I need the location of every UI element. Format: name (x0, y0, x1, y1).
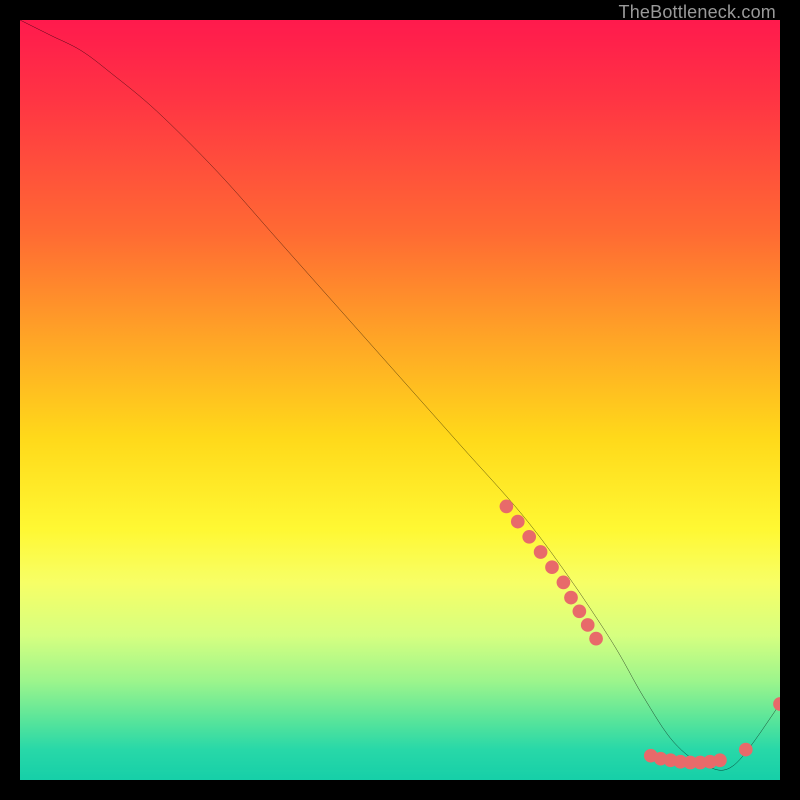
data-point (511, 515, 525, 529)
data-point (564, 591, 578, 605)
data-point (545, 560, 559, 574)
data-point (573, 604, 587, 618)
data-point (773, 697, 780, 711)
data-point-markers (500, 500, 780, 770)
data-point (739, 743, 753, 757)
data-point (581, 618, 595, 632)
data-point (557, 576, 571, 590)
plot-frame (20, 20, 780, 780)
chart-svg (20, 20, 780, 780)
data-point (589, 632, 603, 646)
data-point (713, 753, 727, 767)
data-point (522, 530, 536, 544)
bottleneck-curve-line (20, 20, 780, 770)
data-point (500, 500, 514, 514)
chart-stage: TheBottleneck.com (0, 0, 800, 800)
data-point (534, 545, 548, 559)
